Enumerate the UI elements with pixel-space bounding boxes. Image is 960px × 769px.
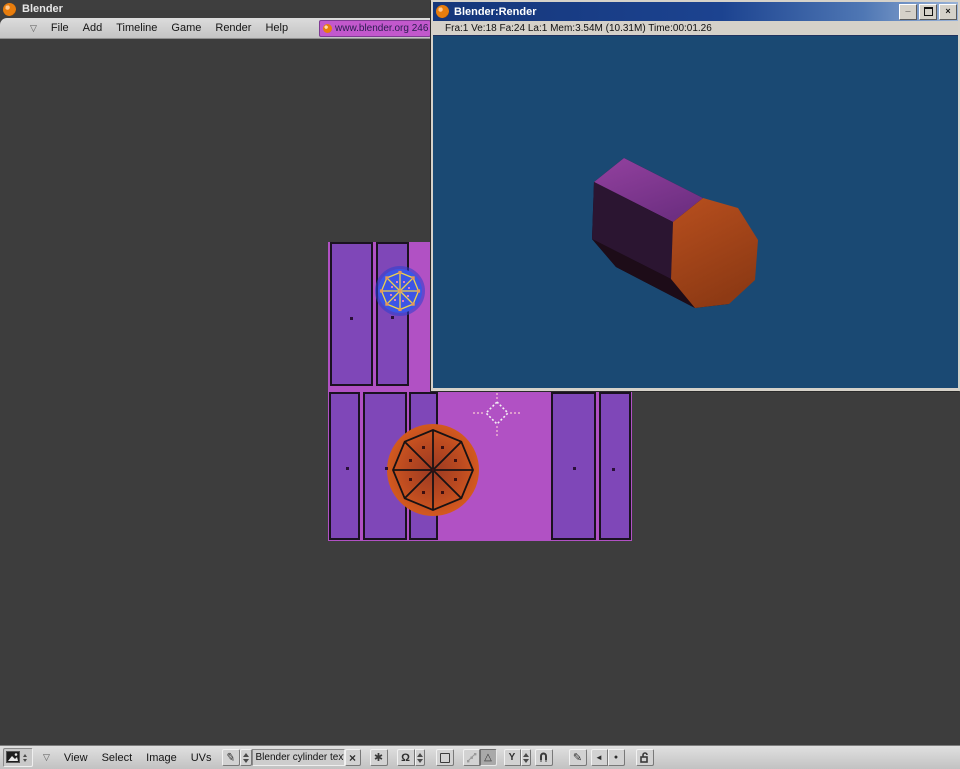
sync-uv-selection-button[interactable] <box>436 749 454 766</box>
blender-logo-icon <box>436 5 449 18</box>
render-stats-bar: Fra:1 Ve:18 Fa:24 La:1 Mem:3.54M (10.31M… <box>433 21 958 36</box>
record-button[interactable]: ● <box>608 749 625 766</box>
version-label: www.blender.org 246 <box>335 23 428 34</box>
image-editor-icon <box>6 751 21 764</box>
maximize-icon <box>924 7 933 16</box>
render-window-title: Blender:Render <box>454 6 537 18</box>
close-button[interactable]: × <box>939 4 957 20</box>
header-collapse-icon[interactable]: ▽ <box>30 23 37 34</box>
blender-version-button[interactable]: www.blender.org 246 <box>319 20 431 37</box>
face-select-mode-button[interactable]: △ <box>480 749 497 766</box>
triangle-icon: △ <box>484 752 492 763</box>
menu-game[interactable]: Game <box>171 22 201 34</box>
editor-type-stepper[interactable] <box>21 749 29 766</box>
play-button[interactable]: ◄ <box>591 749 608 766</box>
blender-logo-icon <box>3 3 16 16</box>
pencil-icon: ✎ <box>573 751 582 764</box>
vertex-select-mode-button[interactable] <box>463 749 480 766</box>
pivot-selector-button[interactable]: Ω <box>397 749 415 766</box>
image-browse-button[interactable]: ✎ <box>222 749 240 766</box>
rendered-cylinder <box>433 36 958 388</box>
uv-2d-cursor[interactable] <box>473 389 521 437</box>
menu-view[interactable]: View <box>64 752 88 764</box>
square-icon <box>440 753 450 763</box>
pivot-icon: Ω <box>401 752 410 764</box>
image-datablock-stepper[interactable] <box>240 749 252 766</box>
app-titlebar[interactable]: Blender <box>0 0 437 18</box>
menu-image[interactable]: Image <box>146 752 177 764</box>
render-stats-text: Fra:1 Ve:18 Fa:24 La:1 Mem:3.54M (10.31M… <box>445 23 712 34</box>
blender-desktop: { "app": { "title": "Blender" }, "top_me… <box>0 0 960 768</box>
image-paint-button[interactable]: ✎ <box>569 749 587 766</box>
pivot-stepper[interactable] <box>415 749 425 766</box>
window-controls: _ × <box>897 4 957 20</box>
header-collapse-icon[interactable]: ▽ <box>43 752 50 763</box>
maximize-button[interactable] <box>919 4 937 20</box>
vertex-select-icon <box>466 752 477 763</box>
pen-icon: ✎ <box>225 750 236 764</box>
sticky-icon: Y <box>509 752 516 763</box>
cylinder-cap-face <box>671 198 758 308</box>
pack-image-button[interactable]: ✱ <box>370 749 388 766</box>
sticky-selection-button[interactable]: Y <box>504 749 521 766</box>
unlink-image-button[interactable]: × <box>345 749 361 766</box>
unlock-icon <box>639 752 650 764</box>
menu-select[interactable]: Select <box>102 752 133 764</box>
editor-type-selector[interactable] <box>3 748 33 767</box>
menu-uvs[interactable]: UVs <box>191 752 212 764</box>
menu-timeline[interactable]: Timeline <box>116 22 157 34</box>
snap-toggle-button[interactable] <box>535 749 553 766</box>
render-window-titlebar[interactable]: Blender:Render _ × <box>433 2 958 21</box>
realtime-lock-button[interactable] <box>636 749 654 766</box>
sticky-stepper[interactable] <box>521 749 531 766</box>
menu-render[interactable]: Render <box>215 22 251 34</box>
menu-add[interactable]: Add <box>83 22 103 34</box>
main-menubar: ▽ File Add Timeline Game Render Help www… <box>0 18 433 39</box>
record-icon: ● <box>614 754 618 761</box>
app-title: Blender <box>22 3 63 15</box>
minimize-button[interactable]: _ <box>899 4 917 20</box>
uv-island-cap-orange[interactable] <box>387 424 479 516</box>
blender-logo-icon <box>323 24 332 33</box>
image-editor-header: ▽ View Select Image UVs ✎ Blender cylind… <box>0 745 960 769</box>
menu-help[interactable]: Help <box>265 22 288 34</box>
close-icon: × <box>349 751 356 765</box>
magnet-icon <box>538 752 549 763</box>
play-icon: ◄ <box>595 753 603 762</box>
menu-file[interactable]: File <box>51 22 69 34</box>
uv-island-cap-blue-selected[interactable] <box>375 266 425 316</box>
image-name-field[interactable]: Blender cylinder text <box>252 749 345 766</box>
render-result-image <box>433 36 958 388</box>
render-window[interactable]: Blender:Render _ × Fra:1 Ve:18 Fa:24 La:… <box>431 0 960 391</box>
pack-icon: ✱ <box>374 751 383 764</box>
